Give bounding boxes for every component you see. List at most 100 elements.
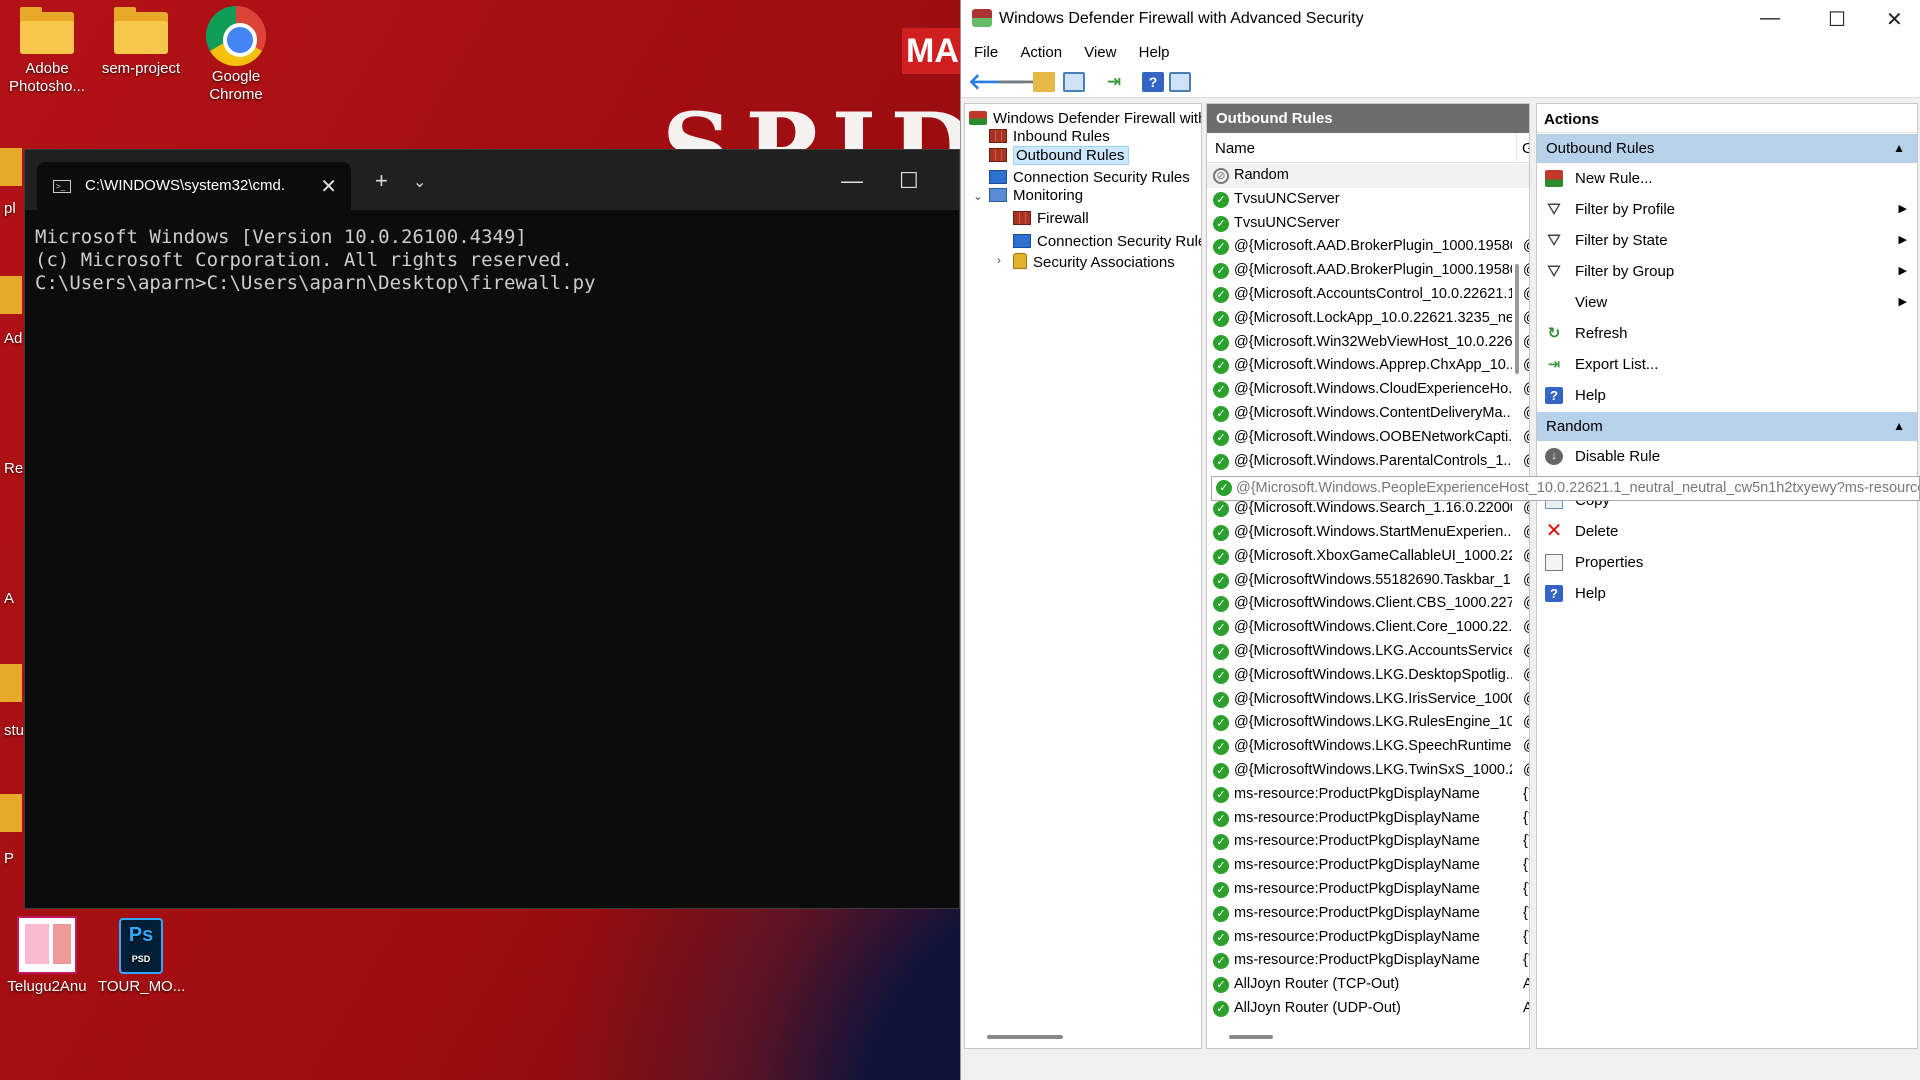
rule-name: ms-resource:ProductPkgDisplayName [1234, 952, 1480, 969]
menu-view[interactable]: View [1084, 40, 1116, 66]
close-icon[interactable]: ✕ [1886, 7, 1903, 32]
rule-group: @{ [1523, 402, 1529, 426]
close-tab-icon[interactable]: ✕ [320, 174, 337, 199]
rule-row[interactable]: ✓ @{MicrosoftWindows.LKG.IrisService_1000… [1207, 688, 1529, 712]
rule-row[interactable]: ✓ TvsuUNCServer [1207, 188, 1529, 212]
rule-row[interactable]: ✓ AllJoyn Router (TCP-Out) All. [1207, 973, 1529, 997]
rule-row[interactable]: ✓ @{MicrosoftWindows.Client.Core_1000.22.… [1207, 616, 1529, 640]
desktop-icon-google-chrome[interactable]: Google Chrome [193, 0, 279, 104]
rule-row[interactable]: ✓ ms-resource:ProductPkgDisplayName {78 [1207, 783, 1529, 807]
tree-item-monitor-firewall[interactable]: Firewall [1013, 208, 1089, 230]
rule-row[interactable]: ✓ @{Microsoft.Windows.Apprep.ChxApp_10...… [1207, 354, 1529, 378]
rule-row[interactable]: ✓ @{Microsoft.Windows.CloudExperienceHo..… [1207, 378, 1529, 402]
action-view[interactable]: View ▶ [1537, 287, 1917, 318]
terminal-output[interactable]: Microsoft Windows [Version 10.0.26100.43… [25, 210, 959, 311]
rule-row[interactable]: ✓ ms-resource:ProductPkgDisplayName {78 [1207, 949, 1529, 973]
export-icon[interactable]: ⇥ [1103, 72, 1125, 92]
rule-row[interactable]: ✓ @{Microsoft.Windows.OOBENetworkCapti...… [1207, 426, 1529, 450]
tree-item-outbound-rules[interactable]: Outbound Rules [989, 145, 1130, 167]
rule-row[interactable]: ✓ @{MicrosoftWindows.Client.CBS_1000.227.… [1207, 592, 1529, 616]
new-tab-icon[interactable]: + [375, 168, 388, 194]
rule-row[interactable]: ✓ @{Microsoft.AAD.BrokerPlugin_1000.19580… [1207, 259, 1529, 283]
rule-row[interactable]: ✓ @{MicrosoftWindows.LKG.TwinSxS_1000.26.… [1207, 759, 1529, 783]
rule-row[interactable]: ✓ ms-resource:ProductPkgDisplayName {78 [1207, 878, 1529, 902]
desktop-icon-tour-mo[interactable]: Ps PSD TOUR_MO... [98, 918, 185, 996]
tree-item-monitor-connection-security[interactable]: Connection Security Rule [1013, 231, 1201, 253]
rules-list[interactable]: ⊘ Random ✓ TvsuUNCServer ✓ TvsuUNCServer ✓ @{Mi… [1207, 164, 1529, 1021]
rule-row[interactable]: ✓ @{Microsoft.XboxGameCallableUI_1000.22.… [1207, 545, 1529, 569]
rule-row[interactable]: ✓ @{Microsoft.Windows.ParentalControls_1.… [1207, 450, 1529, 474]
rule-row[interactable]: ✓ ms-resource:ProductPkgDisplayName {78 [1207, 854, 1529, 878]
rule-row[interactable]: ✓ @{MicrosoftWindows.LKG.RulesEngine_10..… [1207, 711, 1529, 735]
action-help[interactable]: ? Help [1537, 578, 1917, 609]
action-filter-by-group[interactable]: ⛛ Filter by Group ▶ [1537, 256, 1917, 287]
desktop-icon-adobe-photoshop[interactable]: Adobe Photosho... [4, 0, 90, 96]
action-filter-by-state[interactable]: ⛛ Filter by State ▶ [1537, 225, 1917, 256]
rule-row[interactable]: ✓ @{MicrosoftWindows.LKG.AccountsService.… [1207, 640, 1529, 664]
photoshop-file-icon: Ps PSD [119, 918, 163, 974]
action-filter-by-profile[interactable]: ⛛ Filter by Profile ▶ [1537, 194, 1917, 225]
desktop-icon-telugu2anu[interactable]: Telugu2Anu [4, 916, 90, 996]
collapse-icon[interactable]: ▲ [1893, 412, 1905, 441]
action-disable-rule[interactable]: ↓ Disable Rule [1537, 441, 1917, 472]
rule-row[interactable]: ✓ @{Microsoft.AccountsControl_10.0.22621.… [1207, 283, 1529, 307]
rule-row[interactable]: ✓ ms-resource:ProductPkgDisplayName {78 [1207, 830, 1529, 854]
action-help[interactable]: ? Help [1537, 380, 1917, 411]
forward-arrow-icon[interactable]: 🡒 [996, 71, 1055, 93]
terminal-window[interactable]: >_ C:\WINDOWS\system32\cmd. ✕ + ⌄ — ☐ Mi… [24, 149, 960, 909]
menu-help[interactable]: Help [1139, 40, 1170, 66]
navigation-tree[interactable]: Windows Defender Firewall with Inbound R… [964, 103, 1202, 1049]
actions-section-outbound-rules[interactable]: Outbound Rules ▲ [1537, 134, 1917, 163]
action-new-rule[interactable]: New Rule... [1537, 163, 1917, 194]
column-name-header[interactable]: Name [1215, 140, 1255, 157]
rule-row[interactable]: ⊘ Random [1207, 164, 1529, 188]
terminal-line: C:\Users\aparn>C:\Users\aparn\Desktop\fi… [35, 272, 596, 294]
minimize-icon[interactable]: — [1760, 7, 1780, 30]
rule-row[interactable]: ✓ @{MicrosoftWindows.55182690.Taskbar_1..… [1207, 569, 1529, 593]
up-folder-icon[interactable] [1033, 72, 1055, 92]
rule-row[interactable]: ✓ ms-resource:ProductPkgDisplayName {78 [1207, 902, 1529, 926]
horizontal-scrollbar[interactable] [987, 1035, 1063, 1039]
rule-row[interactable]: ✓ ms-resource:ProductPkgDisplayName {78 [1207, 807, 1529, 831]
firewall-window[interactable]: Windows Defender Firewall with Advanced … [960, 0, 1920, 1080]
actions-section-random[interactable]: Random ▲ [1537, 412, 1917, 441]
horizontal-scrollbar[interactable] [1229, 1035, 1273, 1039]
vertical-scrollbar[interactable] [1515, 264, 1519, 374]
help-icon[interactable]: ? [1142, 72, 1164, 92]
maximize-icon[interactable]: ☐ [1828, 7, 1846, 32]
rule-row[interactable]: ✓ @{Microsoft.Windows.ContentDeliveryMa..… [1207, 402, 1529, 426]
rule-row[interactable]: ✓ @{MicrosoftWindows.LKG.DesktopSpotlig..… [1207, 664, 1529, 688]
rule-row[interactable]: ✓ AllJoyn Router (UDP-Out) All. [1207, 997, 1529, 1021]
action-refresh[interactable]: ↻ Refresh [1537, 318, 1917, 349]
rule-row[interactable]: ✓ @{Microsoft.AAD.BrokerPlugin_1000.19580… [1207, 235, 1529, 259]
show-hide-tree-icon[interactable] [1063, 72, 1085, 92]
menu-file[interactable]: File [974, 40, 998, 66]
partial-icon-label: A [4, 590, 15, 607]
show-action-pane-icon[interactable] [1169, 72, 1191, 92]
action-properties[interactable]: Properties [1537, 547, 1917, 578]
tree-item-security-associations[interactable]: Security Associations [1013, 252, 1175, 274]
minimize-icon[interactable]: — [841, 168, 863, 194]
chevron-right-icon[interactable]: › [997, 253, 1001, 267]
back-arrow-icon[interactable]: 🡐 [968, 71, 1027, 93]
rules-list-pane[interactable]: Outbound Rules Name Gro ⊘ Random ✓ TvsuUNCS… [1206, 103, 1530, 1049]
chevron-down-icon[interactable]: ⌄ [973, 189, 983, 203]
collapse-icon[interactable]: ▲ [1893, 134, 1905, 163]
rule-row[interactable]: ✓ @{Microsoft.Windows.StartMenuExperien..… [1207, 521, 1529, 545]
desktop-icon-sem-project[interactable]: sem-project [98, 0, 184, 78]
terminal-tab[interactable]: >_ C:\WINDOWS\system32\cmd. ✕ [37, 162, 351, 210]
maximize-icon[interactable]: ☐ [899, 168, 919, 194]
rule-row[interactable]: ✓ @{Microsoft.Win32WebViewHost_10.0.226..… [1207, 331, 1529, 355]
rule-group: @{ [1523, 711, 1529, 735]
rule-row[interactable]: ✓ @{Microsoft.LockApp_10.0.22621.3235_neu… [1207, 307, 1529, 331]
action-delete[interactable]: ✕ Delete [1537, 516, 1917, 547]
menu-action[interactable]: Action [1020, 40, 1062, 66]
tree-item-monitoring[interactable]: Monitoring [989, 185, 1083, 207]
action-export-list[interactable]: ⇥ Export List... [1537, 349, 1917, 380]
column-divider[interactable] [1516, 133, 1517, 163]
chevron-down-icon[interactable]: ⌄ [413, 172, 426, 192]
rule-row[interactable]: ✓ @{MicrosoftWindows.LKG.SpeechRuntime...… [1207, 735, 1529, 759]
rule-row[interactable]: ✓ TvsuUNCServer [1207, 212, 1529, 236]
rule-row[interactable]: ✓ ms-resource:ProductPkgDisplayName {78 [1207, 926, 1529, 950]
column-group-header[interactable]: Gro [1522, 140, 1529, 157]
